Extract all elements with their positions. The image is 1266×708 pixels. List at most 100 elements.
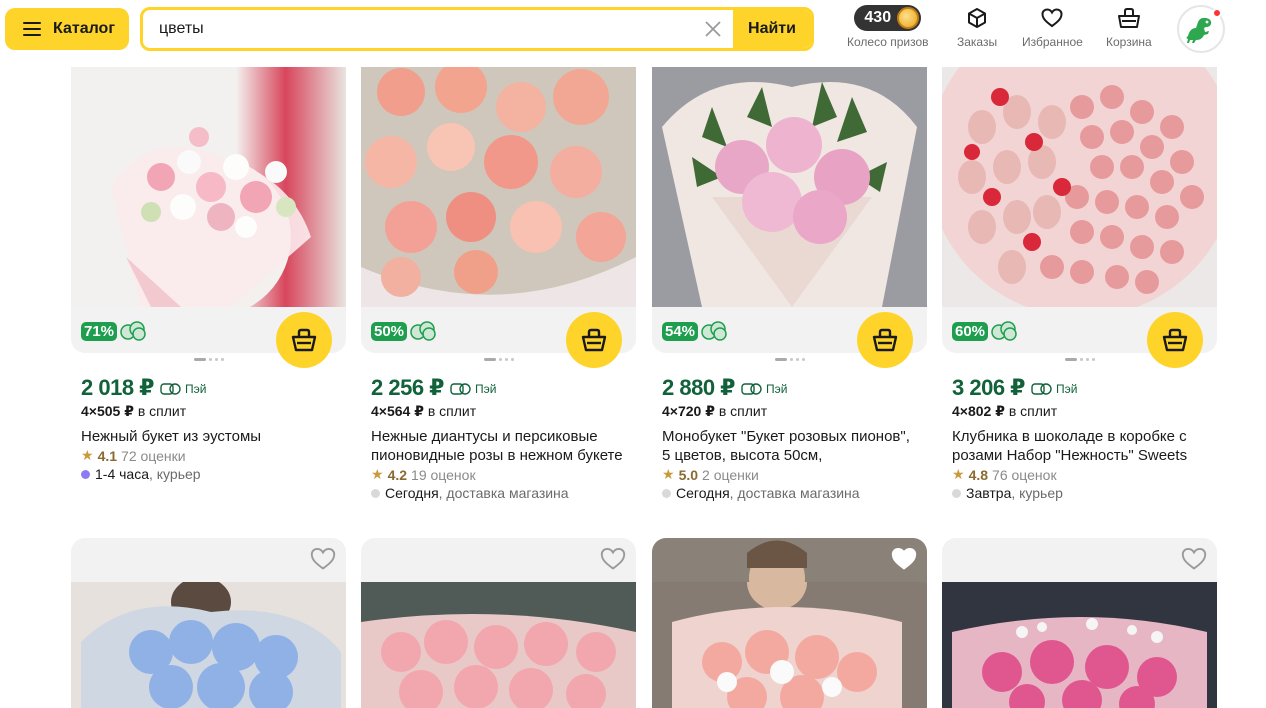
product-card[interactable] bbox=[361, 538, 636, 708]
points-badge: 430 bbox=[854, 5, 922, 31]
search-input[interactable] bbox=[143, 10, 693, 48]
review-count: 2 оценки bbox=[702, 466, 759, 483]
coin-icon bbox=[897, 7, 920, 29]
delivery-method: , курьер bbox=[1011, 485, 1063, 501]
product-image[interactable] bbox=[71, 67, 346, 307]
clear-search-icon[interactable] bbox=[693, 10, 733, 48]
rating: ★ 5.0 2 оценки bbox=[652, 466, 927, 483]
delivery-dot-icon bbox=[371, 488, 380, 498]
cashback-icon bbox=[991, 321, 1017, 341]
product-card[interactable]: 54% 2 880 ₽ Пэй 4×720 ₽ в сплит Монобуке… bbox=[652, 67, 927, 501]
search-button[interactable]: Найти bbox=[733, 10, 811, 48]
product-card[interactable]: 71% 2 018 ₽ Пэй 4×505 ₽ в сплит Нежный б… bbox=[71, 67, 346, 482]
card-header bbox=[652, 538, 927, 582]
rating: ★ 4.2 19 оценок bbox=[361, 466, 636, 483]
product-title[interactable]: Нежный букет из эустомы bbox=[71, 427, 346, 446]
favorite-heart-icon[interactable] bbox=[600, 547, 626, 576]
cashback-icon bbox=[120, 321, 146, 341]
delivery-time: Сегодня bbox=[676, 485, 730, 501]
product-image[interactable] bbox=[942, 582, 1217, 708]
cart-icon bbox=[1162, 328, 1188, 352]
avatar[interactable] bbox=[1177, 5, 1225, 53]
image-pager bbox=[483, 358, 514, 361]
rating: ★ 4.1 72 оценки bbox=[71, 447, 346, 464]
split-payment: 4×802 ₽ в сплит bbox=[942, 403, 1217, 420]
header: Каталог Найти 430 Колесо призов Заказы И… bbox=[0, 0, 1266, 64]
pay-badge: Пэй bbox=[1031, 382, 1077, 396]
rating: ★ 4.8 76 оценок bbox=[942, 466, 1217, 483]
delivery-method: , доставка магазина bbox=[729, 485, 860, 501]
cashback-icon bbox=[701, 321, 727, 341]
split-payment: 4×564 ₽ в сплит bbox=[361, 403, 636, 420]
catalog-button[interactable]: Каталог bbox=[5, 8, 129, 50]
split-amount: 4×505 ₽ bbox=[81, 403, 134, 419]
pay-badge: Пэй bbox=[450, 382, 496, 396]
pay-label: Пэй bbox=[1055, 382, 1078, 396]
nav-favorites-label: Избранное bbox=[1022, 35, 1083, 49]
discount-badge: 71% bbox=[81, 321, 147, 341]
product-image[interactable] bbox=[71, 582, 346, 708]
product-card[interactable]: 50% 2 256 ₽ Пэй 4×564 ₽ в сплит Нежные д… bbox=[361, 67, 636, 501]
nav-orders[interactable]: Заказы bbox=[957, 4, 997, 49]
nav-prize-wheel[interactable]: 430 Колесо призов bbox=[847, 4, 929, 49]
menu-icon bbox=[23, 22, 41, 36]
product-card[interactable] bbox=[71, 538, 346, 708]
product-image[interactable] bbox=[361, 582, 636, 708]
delivery-method: , доставка магазина bbox=[438, 485, 569, 501]
split-label: в сплит bbox=[137, 403, 187, 419]
split-label: в сплит bbox=[718, 403, 768, 419]
cart-icon bbox=[291, 328, 317, 352]
review-count: 19 оценок bbox=[411, 466, 476, 483]
product-image[interactable] bbox=[652, 582, 927, 708]
review-count: 72 оценки bbox=[121, 447, 186, 464]
nav-cart-label: Корзина bbox=[1106, 35, 1152, 49]
add-to-cart-button[interactable] bbox=[1147, 312, 1203, 368]
delivery-dot-icon bbox=[662, 488, 671, 498]
product-image[interactable] bbox=[652, 67, 927, 307]
add-to-cart-button[interactable] bbox=[857, 312, 913, 368]
delivery-info: 1-4 часа, курьер bbox=[71, 466, 346, 482]
dinosaur-icon bbox=[1186, 17, 1212, 43]
card-action-strip: 71% bbox=[71, 307, 346, 368]
star-icon: ★ bbox=[81, 447, 94, 463]
add-to-cart-button[interactable] bbox=[276, 312, 332, 368]
notification-dot bbox=[1212, 8, 1222, 18]
rating-score: 4.2 bbox=[387, 466, 408, 483]
card-header bbox=[942, 538, 1217, 582]
add-to-cart-button[interactable] bbox=[566, 312, 622, 368]
discount-badge: 60% bbox=[952, 321, 1018, 341]
pay-label: Пэй bbox=[765, 382, 788, 396]
favorite-heart-icon[interactable] bbox=[310, 547, 336, 576]
product-title[interactable]: Нежные диантусы и персиковые пионовидные… bbox=[361, 427, 636, 465]
discount-percent: 71% bbox=[81, 321, 118, 341]
pay-icon bbox=[741, 383, 762, 395]
product-title[interactable]: Клубника в шоколаде в коробке с розами Н… bbox=[942, 427, 1217, 465]
nav-favorites[interactable]: Избранное bbox=[1022, 4, 1083, 49]
delivery-info: Сегодня, доставка магазина bbox=[652, 485, 927, 501]
image-pager bbox=[774, 358, 805, 361]
nav-cart[interactable]: Корзина bbox=[1106, 4, 1152, 49]
product-card[interactable] bbox=[652, 538, 927, 708]
cart-icon bbox=[1117, 4, 1141, 32]
product-title[interactable]: Монобукет "Букет розовых пионов", 5 цвет… bbox=[652, 427, 927, 465]
delivery-dot-icon bbox=[81, 469, 90, 479]
pay-label: Пэй bbox=[184, 382, 207, 396]
product-image[interactable] bbox=[942, 67, 1217, 307]
favorite-heart-icon[interactable] bbox=[1181, 547, 1207, 576]
delivery-time: Сегодня bbox=[385, 485, 439, 501]
product-image[interactable] bbox=[361, 67, 636, 307]
card-action-strip: 60% bbox=[942, 307, 1217, 368]
points-value: 430 bbox=[864, 9, 892, 26]
nav-prize-wheel-label: Колесо призов bbox=[847, 35, 929, 49]
catalog-label: Каталог bbox=[53, 20, 115, 37]
split-amount: 4×564 ₽ bbox=[371, 403, 424, 419]
price: 3 206 ₽ bbox=[952, 375, 1025, 400]
delivery-dot-icon bbox=[952, 488, 961, 498]
price: 2 256 ₽ bbox=[371, 375, 444, 400]
delivery-method: , курьер bbox=[149, 466, 201, 482]
cart-icon bbox=[581, 328, 607, 352]
discount-percent: 60% bbox=[952, 321, 989, 341]
product-card[interactable] bbox=[942, 538, 1217, 708]
pay-icon bbox=[1031, 383, 1052, 395]
product-card[interactable]: 60% 3 206 ₽ Пэй 4×802 ₽ в сплит Клубника… bbox=[942, 67, 1217, 501]
